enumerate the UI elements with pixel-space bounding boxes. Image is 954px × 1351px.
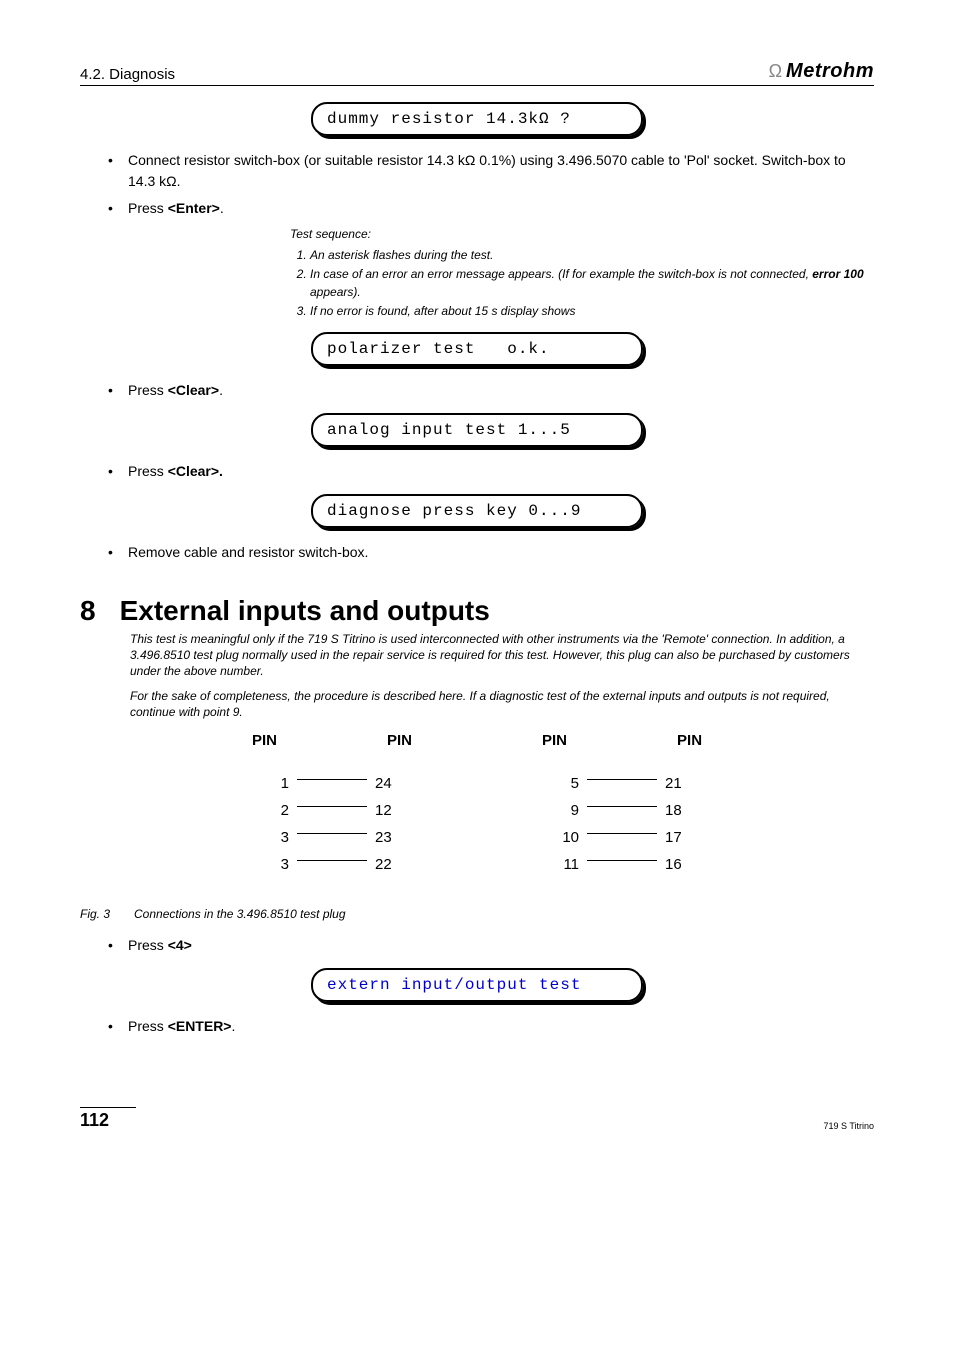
- figure-text: Connections in the 3.496.8510 test plug: [134, 907, 346, 921]
- lcd-display: extern input/output test: [311, 968, 643, 1002]
- pin-num: 12: [375, 802, 405, 819]
- pin-row: 3 23: [252, 829, 412, 846]
- step-press-clear-2: Press <Clear>.: [100, 461, 874, 482]
- connector-line: [587, 806, 657, 807]
- text: Press: [128, 937, 168, 953]
- step-press-enter: Press <Enter>.: [100, 198, 874, 219]
- connector-line: [297, 860, 367, 861]
- pin-num: 21: [665, 775, 695, 792]
- connector-line: [297, 806, 367, 807]
- test-seq-item: An asterisk flashes during the test.: [310, 246, 874, 264]
- footer-model: 719 S Titrino: [823, 1121, 874, 1131]
- key-enter: <ENTER>: [168, 1018, 232, 1034]
- key-clear: <Clear>: [168, 382, 219, 398]
- connector-line: [297, 833, 367, 834]
- pin-row: 1 24: [252, 775, 412, 792]
- connector-line: [587, 833, 657, 834]
- section-title: External inputs and outputs: [120, 595, 490, 627]
- period: .: [232, 1018, 236, 1034]
- pin-num: 3: [259, 856, 289, 873]
- period: .: [219, 382, 223, 398]
- step-remove: Remove cable and resistor switch-box.: [100, 542, 874, 563]
- test-seq-item: If no error is found, after about 15 s d…: [310, 302, 874, 320]
- step-press-4: Press <4>: [100, 935, 874, 956]
- lcd-display: analog input test 1...5: [311, 413, 643, 447]
- connector-line: [297, 779, 367, 780]
- brand-logo: Ω Metrohm: [769, 60, 874, 83]
- step-press-enter-2: Press <ENTER>.: [100, 1016, 874, 1037]
- key-enter: <Enter>: [168, 200, 220, 216]
- step-press-clear: Press <Clear>.: [100, 380, 874, 401]
- pin-row: 5 21: [542, 775, 702, 792]
- section-note: For the sake of completeness, the proced…: [130, 688, 874, 720]
- text: appears).: [310, 285, 361, 299]
- pin-row: 9 18: [542, 802, 702, 819]
- pin-num: 10: [549, 829, 579, 846]
- pin-num: 9: [549, 802, 579, 819]
- pin-num: 1: [259, 775, 289, 792]
- pin-num: 3: [259, 829, 289, 846]
- period: .: [220, 200, 224, 216]
- pin-row: 2 12: [252, 802, 412, 819]
- pin-connection-diagram: PIN PIN 124 212 323 322 PIN PIN 521 918 …: [80, 732, 874, 883]
- pin-num: 23: [375, 829, 405, 846]
- test-seq-label: Test sequence:: [290, 225, 874, 243]
- lcd-display: dummy resistor 14.3kΩ ?: [311, 102, 643, 136]
- pin-header: PIN: [387, 732, 412, 749]
- pin-row: 10 17: [542, 829, 702, 846]
- key-clear: <Clear>.: [168, 463, 223, 479]
- key-4: <4>: [168, 937, 192, 953]
- text: Press: [128, 382, 168, 398]
- test-sequence-block: Test sequence: An asterisk flashes durin…: [290, 225, 874, 320]
- page-number: 112: [80, 1107, 136, 1131]
- text: Press: [128, 463, 168, 479]
- figure-number: Fig. 3: [80, 907, 110, 921]
- section-path: 4.2. Diagnosis: [80, 66, 175, 83]
- text: In case of an error an error message app…: [310, 267, 812, 281]
- text: Press: [128, 1018, 168, 1034]
- connector-line: [587, 860, 657, 861]
- step-connect: Connect resistor switch-box (or suitable…: [100, 150, 874, 192]
- pin-num: 16: [665, 856, 695, 873]
- pin-num: 11: [549, 856, 579, 873]
- error-code: error 100: [812, 267, 863, 281]
- pin-num: 2: [259, 802, 289, 819]
- metrohm-icon: Ω: [769, 61, 782, 82]
- pin-row: 3 22: [252, 856, 412, 873]
- pin-num: 22: [375, 856, 405, 873]
- pin-num: 24: [375, 775, 405, 792]
- test-seq-item: In case of an error an error message app…: [310, 265, 874, 301]
- section-number: 8: [80, 595, 96, 627]
- lcd-display: polarizer test o.k.: [311, 332, 643, 366]
- pin-header: PIN: [542, 732, 567, 749]
- lcd-display: diagnose press key 0...9: [311, 494, 643, 528]
- pin-row: 11 16: [542, 856, 702, 873]
- brand-text: Metrohm: [786, 60, 874, 83]
- pin-num: 17: [665, 829, 695, 846]
- pin-num: 5: [549, 775, 579, 792]
- pin-header: PIN: [252, 732, 277, 749]
- pin-num: 18: [665, 802, 695, 819]
- connector-line: [587, 779, 657, 780]
- figure-caption: Fig. 3 Connections in the 3.496.8510 test…: [80, 907, 874, 921]
- section-note: This test is meaningful only if the 719 …: [130, 631, 874, 680]
- text: Press: [128, 200, 168, 216]
- pin-header: PIN: [677, 732, 702, 749]
